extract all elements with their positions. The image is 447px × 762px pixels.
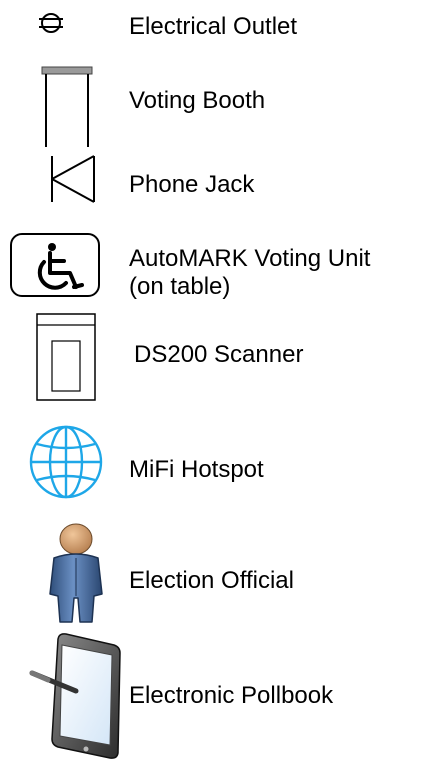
legend-label-mifi: MiFi Hotspot: [129, 456, 264, 483]
wheelchair-accessible-icon: [10, 233, 102, 299]
legend-item-electrical-outlet: Electrical Outlet: [0, 0, 447, 60]
legend-label-pollbook: Electronic Pollbook: [129, 682, 334, 709]
legend-label-official: Election Official: [129, 567, 294, 594]
tablet-stylus-icon: [28, 633, 132, 761]
legend-label-automark-line2: (on table): [129, 273, 231, 300]
electrical-outlet-icon: [38, 10, 68, 36]
legend-item-voting-booth: Voting Booth: [0, 60, 447, 147]
legend-label-phone-jack: Phone Jack: [129, 171, 255, 198]
legend-label-ds200: DS200 Scanner: [134, 341, 304, 368]
phone-jack-icon: [50, 155, 96, 203]
ballot-scanner-icon: [36, 313, 98, 403]
legend-item-phone-jack: Phone Jack: [0, 145, 447, 225]
legend-label-electrical-outlet: Electrical Outlet: [129, 13, 298, 40]
globe-icon: [28, 424, 104, 500]
legend-item-ds200: DS200 Scanner: [0, 305, 447, 403]
voting-booth-icon: [41, 66, 94, 149]
legend-item-pollbook: Electronic Pollbook: [0, 625, 447, 762]
legend-item-automark: AutoMARK Voting Unit (on table): [0, 225, 447, 305]
legend-item-official: Election Official: [0, 500, 447, 625]
legend-label-automark: AutoMARK Voting Unit (on table): [129, 245, 370, 301]
legend-label-voting-booth: Voting Booth: [129, 87, 266, 114]
legend-label-automark-line1: AutoMARK Voting Unit: [129, 245, 371, 272]
map-legend: Electrical Outlet Voting Booth Phone Jac…: [0, 0, 447, 762]
person-icon: [30, 522, 122, 624]
legend-item-mifi: MiFi Hotspot: [0, 400, 447, 500]
